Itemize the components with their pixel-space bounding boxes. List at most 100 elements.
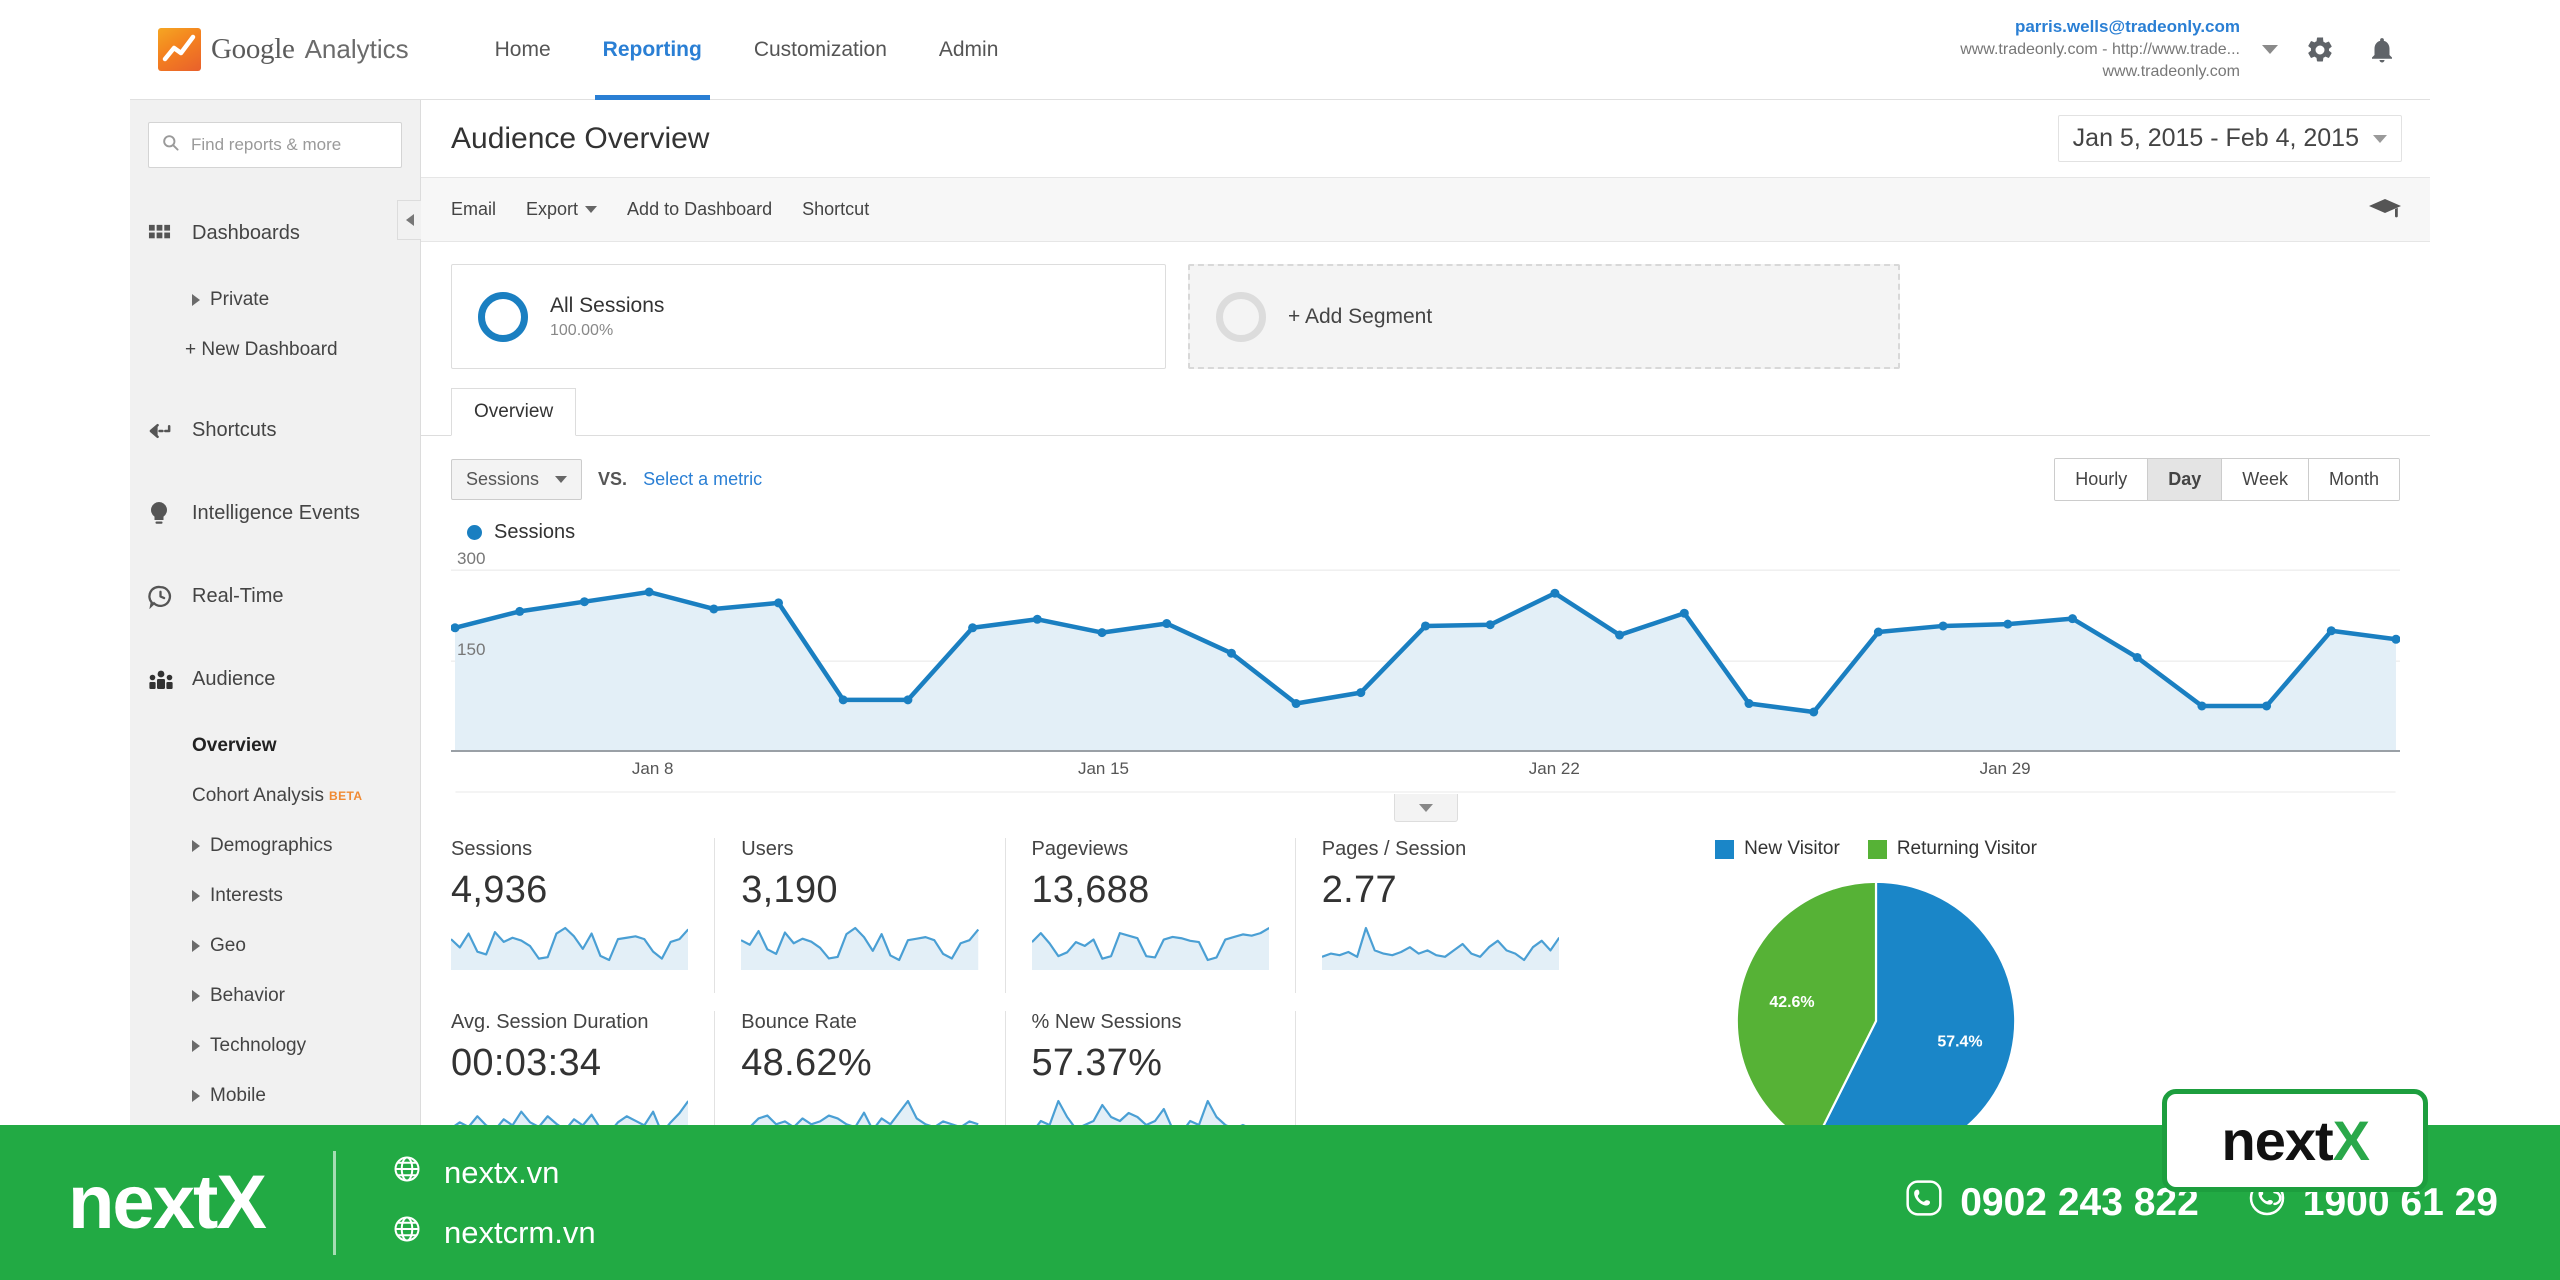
banner-link-nextx[interactable]: nextx.vn: [392, 1154, 596, 1192]
kpi-pages-per-session[interactable]: Pages / Session 2.77: [1322, 838, 1585, 993]
segment-percent: 100.00%: [550, 322, 664, 340]
banner-link-label: nextcrm.vn: [444, 1215, 596, 1251]
graduation-cap-icon[interactable]: [2368, 197, 2402, 223]
sidebar-label-demographics: Demographics: [210, 835, 333, 857]
kpi-new-sessions[interactable]: % New Sessions 57.37%: [1032, 1011, 1296, 1125]
kpi-value: 3,190: [741, 869, 978, 912]
chart-expander-button[interactable]: [1394, 794, 1458, 822]
tab-overview[interactable]: Overview: [451, 388, 576, 436]
banner-link-nextcrm[interactable]: nextcrm.vn: [392, 1214, 596, 1252]
account-property: www.tradeonly.com - http://www.trade...: [1960, 39, 2240, 61]
add-to-dashboard-button[interactable]: Add to Dashboard: [627, 199, 772, 220]
segment-all-sessions[interactable]: All Sessions 100.00%: [451, 264, 1166, 369]
sparkline: [1322, 922, 1559, 970]
gear-icon[interactable]: [2300, 30, 2340, 70]
bell-icon[interactable]: [2362, 30, 2402, 70]
sidebar-label-cohort-analysis: Cohort Analysis: [192, 785, 324, 807]
kpi-label: Pages / Session: [1322, 838, 1559, 861]
kpi-grid: Sessions 4,936 Users 3,190 Pageviews 13,…: [451, 838, 1611, 1125]
kpi-value: 13,688: [1032, 869, 1269, 912]
globe-icon: [392, 1214, 422, 1252]
kpi-value: 48.62%: [741, 1042, 978, 1085]
pie-legend-label: New Visitor: [1744, 838, 1840, 860]
export-button[interactable]: Export: [526, 199, 597, 220]
select-a-metric-link[interactable]: Select a metric: [643, 469, 762, 490]
date-range-picker[interactable]: Jan 5, 2015 - Feb 4, 2015: [2058, 115, 2402, 162]
logo-google-text: Google: [211, 33, 295, 66]
vs-label: VS.: [598, 469, 627, 490]
sidebar-label-interests: Interests: [210, 885, 283, 907]
account-email[interactable]: parris.wells@tradeonly.com: [1960, 16, 2240, 39]
globe-icon: [392, 1154, 422, 1192]
pie-legend-returning-visitor[interactable]: Returning Visitor: [1868, 838, 2037, 860]
left-letterbox: [0, 0, 130, 1280]
granularity-hourly[interactable]: Hourly: [2055, 459, 2148, 500]
email-button[interactable]: Email: [451, 199, 496, 220]
add-segment-donut-icon: [1216, 292, 1266, 342]
nav-item-reporting[interactable]: Reporting: [577, 0, 728, 100]
search-input[interactable]: [189, 134, 389, 156]
pie-legend-label: Returning Visitor: [1897, 838, 2037, 860]
kpi-avg-session-duration[interactable]: Avg. Session Duration 00:03:34: [451, 1011, 715, 1125]
sidebar-item-dashboards[interactable]: Dashboards: [130, 192, 420, 275]
granularity-day[interactable]: Day: [2148, 459, 2222, 500]
sidebar-item-private[interactable]: Private: [130, 275, 420, 325]
granularity-month[interactable]: Month: [2309, 459, 2399, 500]
search-box[interactable]: [148, 122, 402, 168]
kpi-label: Avg. Session Duration: [451, 1011, 688, 1034]
kpi-label: Sessions: [451, 838, 688, 861]
nav-item-home[interactable]: Home: [469, 0, 577, 100]
sidebar-item-interests[interactable]: Interests: [130, 871, 420, 921]
sidebar-collapse-button[interactable]: [397, 200, 421, 240]
beta-badge: BETA: [329, 789, 362, 803]
sidebar-item-cohort-analysis[interactable]: Cohort Analysis BETA: [130, 771, 420, 821]
banner-phone-mobile[interactable]: 0902 243 822: [1904, 1178, 2199, 1228]
sidebar-item-overview[interactable]: Overview: [130, 721, 420, 771]
granularity-week[interactable]: Week: [2222, 459, 2309, 500]
triangle-right-icon: [192, 294, 200, 306]
nav-item-admin[interactable]: Admin: [913, 0, 1025, 100]
nav-item-customization[interactable]: Customization: [728, 0, 913, 100]
sparkline: [741, 1095, 978, 1125]
shortcut-button[interactable]: Shortcut: [802, 199, 869, 220]
sidebar-item-behavior[interactable]: Behavior: [130, 971, 420, 1021]
legend-dot-icon: [467, 525, 482, 540]
segment-name: All Sessions: [550, 294, 664, 318]
kpi-bounce-rate[interactable]: Bounce Rate 48.62%: [741, 1011, 1005, 1125]
sidebar-item-real-time[interactable]: Real-Time: [130, 555, 420, 638]
date-range-text: Jan 5, 2015 - Feb 4, 2015: [2073, 124, 2359, 153]
page-title: Audience Overview: [451, 122, 709, 156]
grid-icon: [148, 222, 192, 245]
chevron-down-icon[interactable]: [2262, 45, 2278, 54]
metric-select[interactable]: Sessions: [451, 459, 582, 500]
banner-link-label: nextx.vn: [444, 1155, 559, 1191]
sparkline: [1032, 1095, 1269, 1125]
line-chart-svg[interactable]: 150300: [451, 552, 2400, 752]
sidebar-item-technology[interactable]: Technology: [130, 1021, 420, 1071]
sidebar-item-audience[interactable]: Audience: [130, 638, 420, 721]
kpi-label: Users: [741, 838, 978, 861]
kpi-sessions[interactable]: Sessions 4,936: [451, 838, 715, 993]
nextx-watermark-badge: nextX: [2162, 1089, 2428, 1192]
pie-legend: New Visitor Returning Visitor: [1641, 838, 2111, 860]
sidebar-item-demographics[interactable]: Demographics: [130, 821, 420, 871]
add-segment-button[interactable]: + Add Segment: [1188, 264, 1900, 369]
main-line-chart[interactable]: 150300 Jan 8Jan 15Jan 22Jan 29: [421, 544, 2430, 802]
sidebar-item-intelligence-events[interactable]: Intelligence Events: [130, 472, 420, 555]
kpi-users[interactable]: Users 3,190: [741, 838, 1005, 993]
banner-divider: [333, 1151, 336, 1255]
sidebar-label-audience: Audience: [192, 668, 275, 691]
arrow-left-dashed-icon: [148, 422, 192, 440]
main-content: Audience Overview Jan 5, 2015 - Feb 4, 2…: [421, 100, 2430, 1125]
sidebar-item-shortcuts[interactable]: Shortcuts: [130, 389, 420, 472]
pie-holder: 57.4%42.6%: [1641, 876, 2111, 1125]
sidebar-item-geo[interactable]: Geo: [130, 921, 420, 971]
triangle-right-icon: [192, 940, 200, 952]
pie-legend-new-visitor[interactable]: New Visitor: [1715, 838, 1840, 860]
sidebar-item-mobile[interactable]: Mobile: [130, 1071, 420, 1121]
add-segment-label: + Add Segment: [1288, 305, 1432, 329]
pie-chart[interactable]: 57.4%42.6%: [1731, 876, 2021, 1125]
google-analytics-logo[interactable]: Google Analytics: [158, 28, 409, 71]
kpi-pageviews[interactable]: Pageviews 13,688: [1032, 838, 1296, 993]
sidebar-item-new-dashboard[interactable]: + New Dashboard: [130, 325, 420, 375]
